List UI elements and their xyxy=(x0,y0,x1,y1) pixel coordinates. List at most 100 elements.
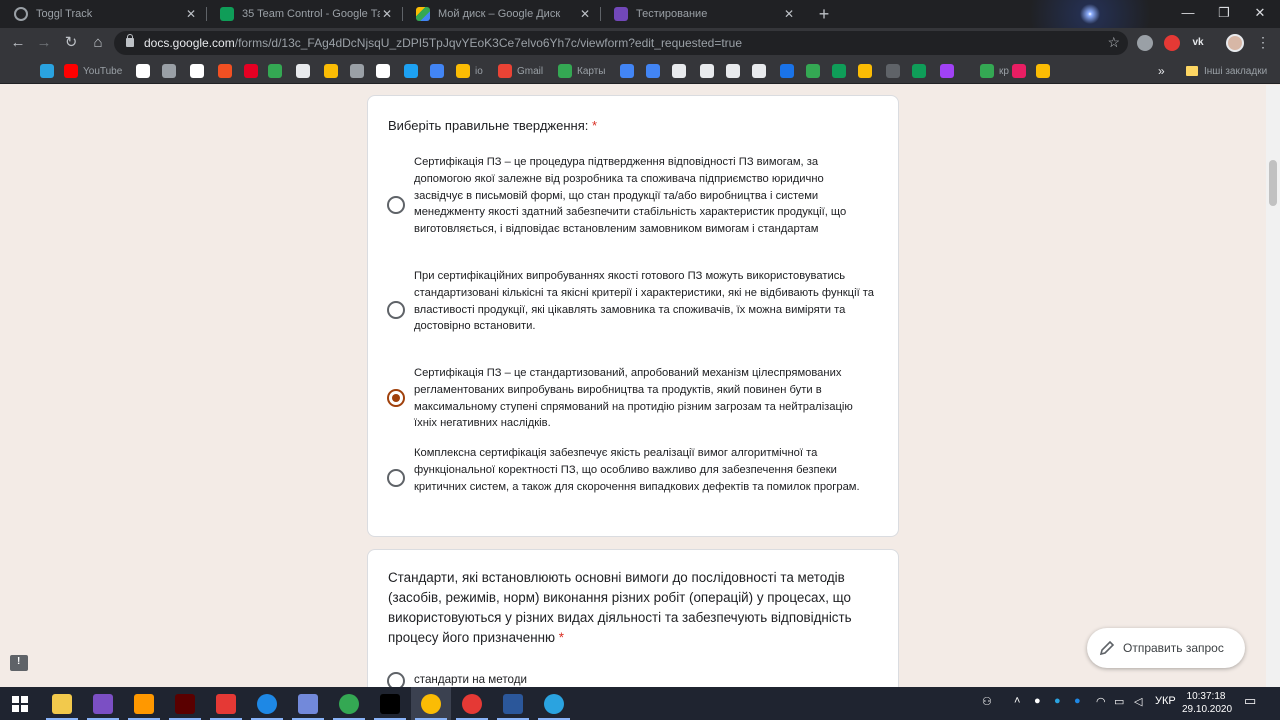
taskbar-app-chrome-active[interactable] xyxy=(411,687,451,720)
people-icon[interactable]: ⚇ xyxy=(982,695,992,708)
question-card-1: Виберіть правильне твердження: * Сертифі… xyxy=(367,95,899,537)
bookmark-item[interactable] xyxy=(1036,63,1055,79)
report-issue-icon[interactable] xyxy=(10,655,28,671)
tab-team-control[interactable]: 35 Team Control - Google Табли ✕ xyxy=(206,0,402,28)
battery-icon[interactable]: ▭ xyxy=(1114,695,1124,708)
taskbar-app-teamviewer[interactable] xyxy=(247,687,287,720)
bookmark-favicon-icon xyxy=(430,64,444,78)
radio-button[interactable] xyxy=(387,196,405,214)
bookmark-item[interactable] xyxy=(858,63,877,79)
bookmark-item[interactable] xyxy=(832,63,851,79)
address-bar[interactable]: docs.google.com/forms/d/13c_FAg4dDcNjsqU… xyxy=(114,31,1128,55)
radio-button[interactable] xyxy=(387,301,405,319)
bookmark-item[interactable] xyxy=(1012,63,1031,79)
bookmark-item[interactable]: Карты xyxy=(558,63,606,79)
bookmark-item[interactable]: кр xyxy=(980,63,1009,79)
bookmark-item[interactable] xyxy=(752,63,771,79)
bookmark-item[interactable] xyxy=(190,63,209,79)
taskbar-app-discord[interactable] xyxy=(288,687,328,720)
radio-button-selected[interactable] xyxy=(387,389,405,407)
home-icon[interactable]: ⌂ xyxy=(88,33,108,53)
tab-google-drive[interactable]: Мой диск – Google Диск ✕ xyxy=(402,0,600,28)
bookmark-item[interactable]: io xyxy=(456,63,483,79)
send-request-button[interactable]: Отправить запрос xyxy=(1087,628,1245,668)
minimize-button[interactable]: — xyxy=(1170,0,1206,28)
taskbar-app-opera[interactable] xyxy=(452,687,492,720)
visual-studio-icon xyxy=(93,693,113,714)
bookmark-item[interactable] xyxy=(324,63,343,79)
notifications-icon[interactable]: ▭ xyxy=(1244,693,1256,709)
taskbar-app-word[interactable] xyxy=(493,687,533,720)
bookmark-item[interactable] xyxy=(376,63,395,79)
bookmark-item[interactable] xyxy=(296,63,315,79)
close-icon[interactable]: ✕ xyxy=(380,7,394,21)
teamviewer-icon xyxy=(257,693,277,714)
start-button[interactable] xyxy=(0,687,40,720)
extension-globe-icon[interactable] xyxy=(1137,35,1153,51)
bookmark-item[interactable] xyxy=(136,63,155,79)
bookmark-item[interactable] xyxy=(912,63,931,79)
radio-button[interactable] xyxy=(387,672,405,687)
language-indicator[interactable]: УКР xyxy=(1155,695,1176,707)
scrollbar-thumb[interactable] xyxy=(1269,160,1277,206)
taskbar-app-chrome[interactable] xyxy=(329,687,369,720)
bookmark-item[interactable] xyxy=(726,63,745,79)
close-icon[interactable]: ✕ xyxy=(184,7,198,21)
bookmark-item[interactable] xyxy=(350,63,369,79)
back-icon[interactable]: ← xyxy=(8,33,28,53)
bookmark-item[interactable]: Gmail xyxy=(498,63,543,79)
profile-avatar[interactable] xyxy=(1226,34,1244,52)
maximize-button[interactable]: ❐ xyxy=(1206,0,1242,28)
teamviewer-tray-icon[interactable]: ● xyxy=(1074,695,1081,707)
reload-icon[interactable]: ↻ xyxy=(61,33,81,53)
extension-vk-icon[interactable]: vk xyxy=(1190,35,1206,51)
url-text[interactable]: docs.google.com/forms/d/13c_FAg4dDcNjsqU… xyxy=(144,36,742,50)
network-icon[interactable]: ◠ xyxy=(1096,695,1106,708)
bookmark-item[interactable] xyxy=(806,63,825,79)
taskbar-app-sublime[interactable] xyxy=(124,687,164,720)
bookmark-item[interactable] xyxy=(218,63,237,79)
bookmark-item[interactable] xyxy=(700,63,719,79)
taskbar-app-visual-studio[interactable] xyxy=(83,687,123,720)
volume-icon[interactable]: ◁ xyxy=(1134,695,1142,708)
bookmark-item[interactable] xyxy=(268,63,287,79)
close-icon[interactable]: ✕ xyxy=(578,7,592,21)
taskbar-app-file-explorer[interactable] xyxy=(42,687,82,720)
bookmark-favicon-icon xyxy=(456,64,470,78)
close-window-button[interactable]: ✕ xyxy=(1242,0,1278,28)
taskbar-app-telegram[interactable] xyxy=(534,687,574,720)
bookmark-item[interactable] xyxy=(646,63,665,79)
bookmark-item[interactable] xyxy=(940,63,959,79)
close-icon[interactable]: ✕ xyxy=(782,7,796,21)
taskbar-app-animate[interactable] xyxy=(165,687,205,720)
radio-button[interactable] xyxy=(387,469,405,487)
bookmark-item[interactable] xyxy=(430,63,449,79)
bookmark-item[interactable]: YouTube xyxy=(64,63,122,79)
taskbar-app-shield-app[interactable] xyxy=(206,687,246,720)
microphone-icon[interactable]: ● xyxy=(1034,695,1041,707)
bookmark-item[interactable] xyxy=(620,63,639,79)
bookmark-favicon-icon xyxy=(268,64,282,78)
bookmark-item[interactable] xyxy=(886,63,905,79)
bookmark-item[interactable] xyxy=(672,63,691,79)
bookmarks-overflow-button[interactable]: » xyxy=(1158,63,1165,79)
extension-opera-icon[interactable] xyxy=(1164,35,1180,51)
required-asterisk: * xyxy=(558,630,564,645)
tray-overflow-icon[interactable]: ˄ xyxy=(1014,695,1020,707)
bookmark-item[interactable] xyxy=(244,63,263,79)
bookmark-item[interactable] xyxy=(40,63,59,79)
bookmark-item[interactable] xyxy=(162,63,181,79)
menu-icon[interactable]: ⋮ xyxy=(1256,34,1270,51)
taskbar-app-black-app[interactable] xyxy=(370,687,410,720)
tab-testing[interactable]: Тестирование ✕ xyxy=(600,0,804,28)
bookmark-star-icon[interactable]: ☆ xyxy=(1107,34,1120,51)
bookmark-item[interactable] xyxy=(780,63,799,79)
scrollbar[interactable] xyxy=(1266,85,1280,687)
tab-toggl-track[interactable]: Toggl Track ✕ xyxy=(0,0,206,28)
forward-icon[interactable]: → xyxy=(34,33,54,53)
clock[interactable]: 10:37:18 29.10.2020 xyxy=(1182,690,1232,716)
bookmark-item[interactable] xyxy=(404,63,423,79)
new-tab-button[interactable]: + xyxy=(814,4,834,24)
other-bookmarks-folder[interactable]: Інші закладки xyxy=(1186,63,1267,79)
telegram-tray-icon[interactable]: ● xyxy=(1054,695,1061,707)
